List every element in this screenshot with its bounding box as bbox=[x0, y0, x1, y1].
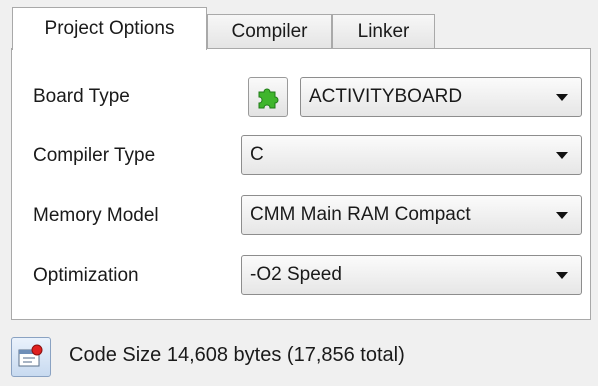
compiler-type-select[interactable]: C bbox=[241, 135, 582, 175]
status-bar: Code Size 14,608 bytes (17,856 total) bbox=[0, 320, 598, 386]
build-status-button[interactable] bbox=[11, 337, 51, 377]
optimization-select[interactable]: -O2 Speed bbox=[241, 255, 582, 295]
board-plugin-button[interactable] bbox=[248, 77, 288, 117]
tab-compiler[interactable]: Compiler bbox=[207, 14, 332, 49]
chevron-down-icon bbox=[556, 272, 568, 279]
memory-model-value: CMM Main RAM Compact bbox=[250, 204, 471, 225]
project-options-panel: Board Type ACTIVITYBOARD Compiler Type C… bbox=[11, 48, 591, 320]
puzzle-piece-icon bbox=[258, 88, 279, 109]
chevron-down-icon bbox=[556, 152, 568, 159]
tab-project-options[interactable]: Project Options bbox=[12, 7, 207, 50]
board-type-value: ACTIVITYBOARD bbox=[309, 86, 463, 107]
memory-model-label: Memory Model bbox=[33, 205, 159, 226]
chevron-down-icon bbox=[556, 212, 568, 219]
tab-linker[interactable]: Linker bbox=[332, 14, 435, 49]
code-size-status: Code Size 14,608 bytes (17,856 total) bbox=[69, 344, 405, 366]
tab-bar: Project Options Compiler Linker bbox=[0, 0, 598, 50]
memory-model-select[interactable]: CMM Main RAM Compact bbox=[241, 195, 582, 235]
board-type-select[interactable]: ACTIVITYBOARD bbox=[300, 77, 582, 117]
compiler-type-label: Compiler Type bbox=[33, 145, 156, 166]
chevron-down-icon bbox=[556, 94, 568, 101]
board-type-label: Board Type bbox=[33, 86, 130, 107]
build-status-icon bbox=[18, 344, 43, 367]
optimization-value: -O2 Speed bbox=[250, 264, 342, 285]
compiler-type-value: C bbox=[250, 144, 264, 165]
optimization-label: Optimization bbox=[33, 265, 139, 286]
